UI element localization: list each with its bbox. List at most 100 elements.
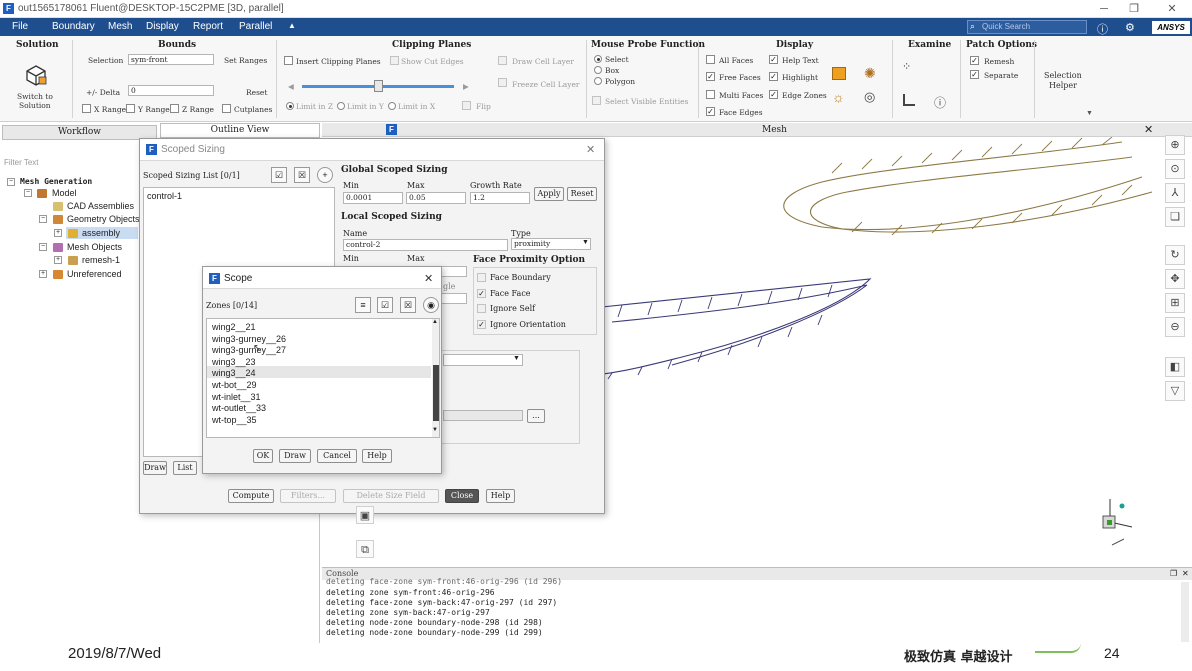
restore-icon[interactable]: ❐	[1122, 2, 1146, 16]
list-item[interactable]: wt-top__35	[212, 415, 257, 425]
x-range-checkbox[interactable]	[82, 104, 91, 113]
copy-view-icon[interactable]: ⧉	[356, 540, 374, 558]
view-tool-icon[interactable]: ▣	[356, 506, 374, 524]
filters-button[interactable]: Filters...	[280, 489, 336, 503]
tree-unreferenced[interactable]: Unreferenced	[67, 269, 122, 279]
viewport-close-icon[interactable]: ✕	[1144, 123, 1153, 136]
z-range-checkbox[interactable]	[170, 104, 179, 113]
tree-expander[interactable]: −	[39, 243, 47, 251]
close-icon[interactable]: ✕	[1160, 2, 1184, 16]
compute-button[interactable]: Compute	[228, 489, 274, 503]
ignore-orientation-checkbox[interactable]: ✓	[477, 320, 486, 329]
list-item[interactable]: wt-inlet__31	[212, 392, 261, 402]
tab-workflow[interactable]: Workflow	[2, 125, 157, 140]
zoom-out-icon[interactable]: ⊖	[1165, 317, 1185, 337]
limit-z-radio[interactable]	[286, 102, 294, 110]
list-item[interactable]: wt-bot__29	[212, 380, 257, 390]
ignore-self-checkbox[interactable]	[477, 304, 486, 313]
list-item[interactable]: wt-outlet__33	[212, 403, 266, 413]
tree-assembly[interactable]: assembly	[82, 228, 120, 238]
tree-expander[interactable]: −	[24, 189, 32, 197]
menu-display[interactable]: Display	[146, 21, 179, 32]
slider-left-arrow-icon[interactable]: ◀	[288, 82, 294, 91]
scope-cancel-button[interactable]: Cancel	[317, 449, 357, 463]
all-faces-checkbox[interactable]	[706, 55, 715, 64]
zones-scrollbar[interactable]: ▲ ▼	[432, 319, 439, 437]
console-scrollbar[interactable]	[1181, 582, 1189, 642]
zones-scroll-thumb[interactable]	[433, 365, 439, 421]
filter-text-input[interactable]: Filter Text	[4, 158, 39, 167]
limit-y-radio[interactable]	[337, 102, 345, 110]
add-icon[interactable]: +	[317, 167, 333, 183]
menu-report[interactable]: Report	[193, 21, 223, 32]
tree-expander[interactable]: −	[7, 178, 15, 186]
slider-right-arrow-icon[interactable]: ▶	[463, 82, 469, 91]
menu-parallel[interactable]: Parallel	[239, 21, 272, 32]
help-circle-icon[interactable]: ⓘ	[1097, 21, 1108, 37]
lights-icon[interactable]: ✺	[864, 65, 876, 82]
zoom-box-icon[interactable]: ⊞	[1165, 293, 1185, 313]
cutplanes-checkbox[interactable]	[222, 104, 231, 113]
select-all-zones-icon[interactable]: ☑	[377, 297, 393, 313]
list-item[interactable]: wing3-gurney__27	[212, 345, 286, 355]
select-visible-checkbox[interactable]	[592, 96, 601, 105]
face-edges-checkbox[interactable]: ✓	[706, 107, 715, 116]
draw-list-button[interactable]: Draw	[143, 461, 167, 475]
rotate-icon[interactable]: ↻	[1165, 245, 1185, 265]
face-boundary-checkbox[interactable]	[477, 273, 486, 282]
scroll-up-icon[interactable]: ▲	[432, 319, 438, 325]
list-item[interactable]: control-1	[147, 191, 182, 201]
apply-button[interactable]: Apply	[534, 187, 564, 201]
scoped-sizing-close-icon[interactable]: ✕	[586, 143, 595, 156]
zones-list[interactable]: wing2__21 wing3-gurney__26 wing3-gurney_…	[206, 318, 440, 438]
scope-select[interactable]	[443, 354, 523, 366]
close-button[interactable]: Close	[445, 489, 479, 503]
delete-size-field-button[interactable]: Delete Size Field	[343, 489, 439, 503]
tree-expander[interactable]: +	[39, 270, 47, 278]
flip-checkbox[interactable]	[462, 101, 471, 110]
global-min-input[interactable]: 0.0001	[343, 192, 403, 204]
angle-icon[interactable]	[903, 94, 915, 106]
selection-helper-label-1[interactable]: Selection	[1044, 71, 1082, 80]
highlight-checkbox[interactable]: ✓	[769, 72, 778, 81]
scroll-down-icon[interactable]: ▼	[432, 427, 438, 433]
growth-rate-input[interactable]: 1.2	[470, 192, 530, 204]
probe-select-radio[interactable]	[594, 55, 602, 63]
switch-to-solution-button[interactable]	[24, 64, 48, 86]
deselect-all-icon[interactable]: ☒	[294, 167, 310, 183]
list-item[interactable]: wing3-gurney__26	[212, 334, 286, 344]
tree-geometry-objects[interactable]: Geometry Objects	[67, 214, 140, 224]
select-all-icon[interactable]: ☑	[271, 167, 287, 183]
console-restore-icon[interactable]: ❐	[1170, 569, 1177, 578]
list-item[interactable]: wing3__24	[212, 368, 256, 378]
selection-input[interactable]: sym-front	[128, 54, 214, 65]
list-button[interactable]: List	[173, 461, 197, 475]
axes-view-icon[interactable]: ⅄	[1165, 183, 1185, 203]
zoom-fit-icon[interactable]: ⊕	[1165, 135, 1185, 155]
tab-outline-view[interactable]: Outline View	[160, 123, 320, 138]
tree-expander[interactable]: +	[54, 229, 62, 237]
separate-checkbox[interactable]: ✓	[970, 70, 979, 79]
face-face-checkbox[interactable]: ✓	[477, 289, 486, 298]
multi-faces-checkbox[interactable]	[706, 90, 715, 99]
selection-helper-label-2[interactable]: Helper	[1049, 81, 1077, 90]
y-range-checkbox[interactable]	[126, 104, 135, 113]
angle-input[interactable]	[440, 293, 467, 304]
reset-bounds-button[interactable]: Reset	[246, 88, 267, 97]
limit-x-radio[interactable]	[388, 102, 396, 110]
name-input[interactable]: control-2	[343, 239, 508, 251]
help-text-checkbox[interactable]: ✓	[769, 55, 778, 64]
list-item[interactable]: wing3__23	[212, 357, 256, 367]
reset-button[interactable]: Reset	[567, 187, 597, 201]
minimize-icon[interactable]: ─	[1092, 2, 1116, 16]
scope-ellipsis-button[interactable]: ...	[527, 409, 545, 423]
tree-remesh-1[interactable]: remesh-1	[82, 255, 120, 265]
scope-draw-button[interactable]: Draw	[279, 449, 311, 463]
quick-search-input[interactable]: Quick Search	[967, 20, 1087, 34]
zone-options-icon[interactable]: ◉	[423, 297, 439, 313]
scope-object-input[interactable]	[443, 410, 523, 421]
tree-mesh-objects[interactable]: Mesh Objects	[67, 242, 122, 252]
tree-expander[interactable]: −	[39, 215, 47, 223]
highlight-color-icon[interactable]: ◧	[1165, 357, 1185, 377]
scope-ok-button[interactable]: OK	[253, 449, 273, 463]
